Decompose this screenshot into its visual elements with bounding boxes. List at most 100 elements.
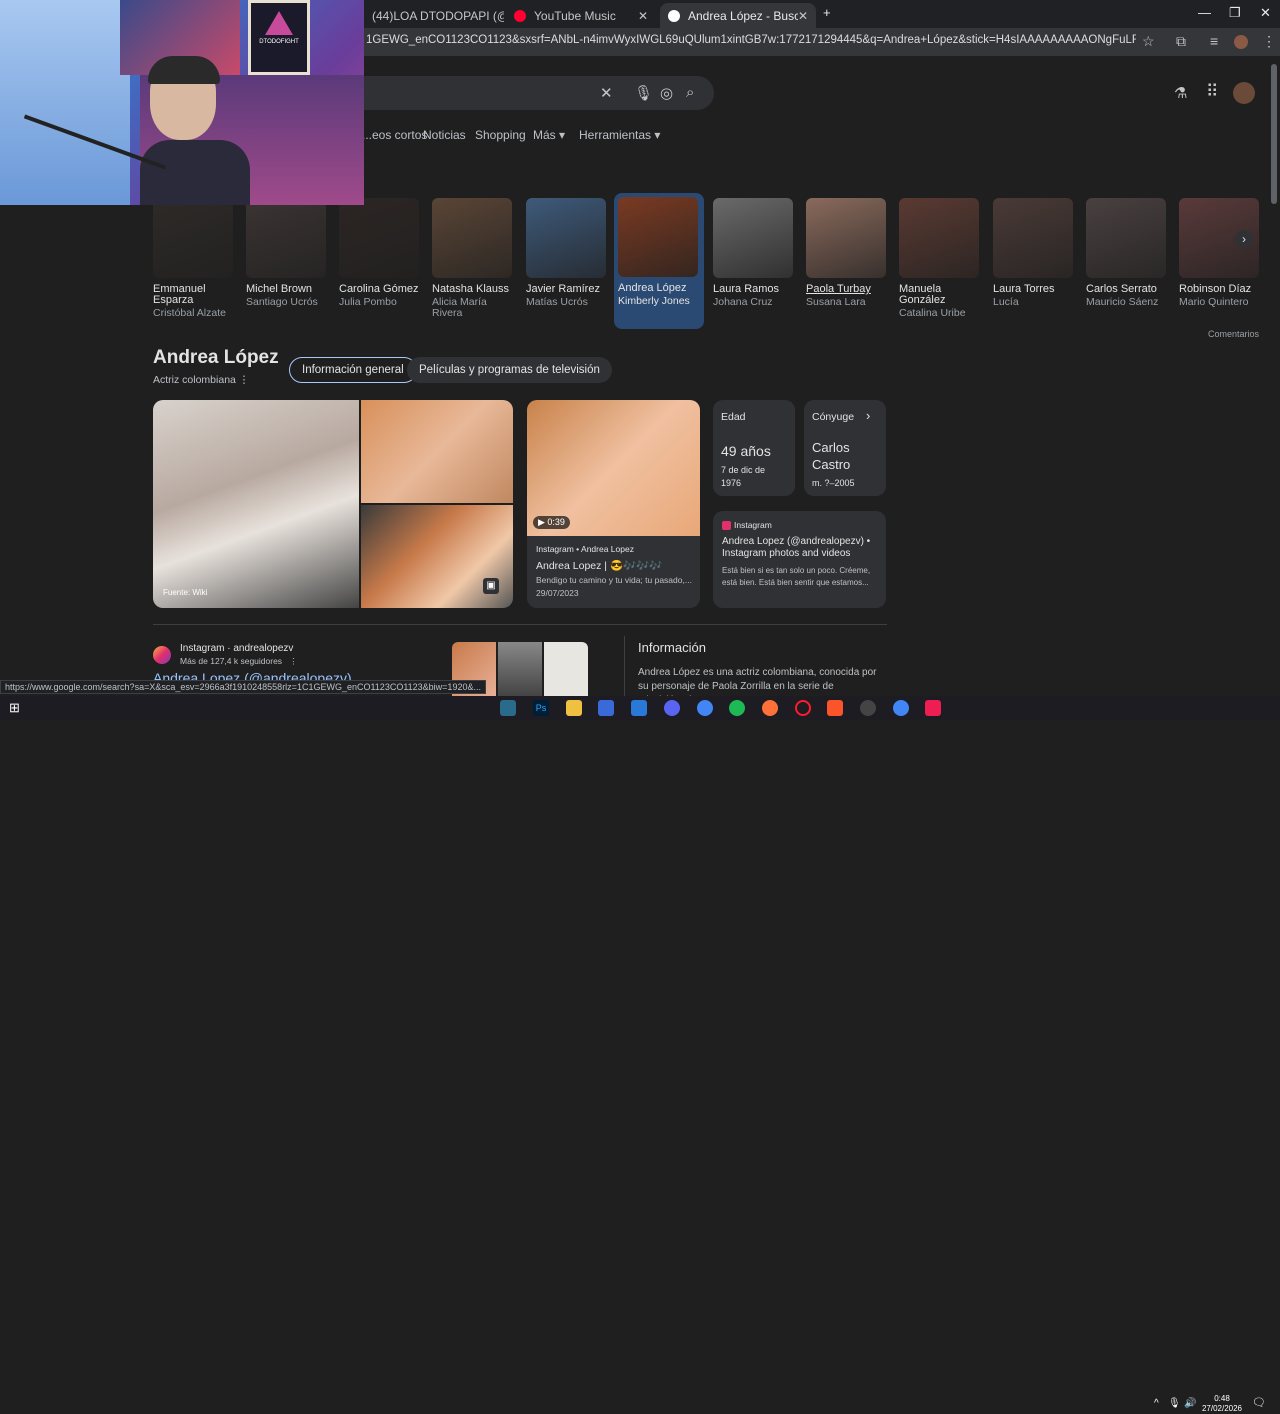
tab-google-search[interactable]: Andrea López - Buscar con Goo ✕ [660, 3, 816, 28]
cast-name[interactable]: Robinson Díaz [1179, 284, 1261, 295]
cast-photo[interactable] [993, 198, 1073, 278]
feedback-link[interactable]: Comentarios [1208, 329, 1259, 339]
cast-photo[interactable] [526, 198, 606, 278]
age-tile[interactable]: Edad 49 años 7 de dic de 1976 [713, 400, 795, 496]
spotify-icon[interactable] [729, 700, 745, 716]
more-options-icon[interactable]: ⋮ [289, 656, 298, 666]
cast-photo[interactable] [806, 198, 886, 278]
cast-card[interactable]: Emmanuel Esparza Cristóbal Alzate [153, 198, 235, 319]
apps-grid-icon[interactable]: ⠿ [1206, 82, 1218, 102]
microphone-tray-icon[interactable]: 🎙 [1168, 1398, 1181, 1409]
chip-peliculas-tv[interactable]: Películas y programas de televisión [407, 357, 612, 383]
video-title[interactable]: Andrea Lopez | 😎🎶🎶🎶 [536, 559, 662, 572]
cast-name[interactable]: Paola Turbay [806, 284, 888, 295]
cast-card[interactable]: Laura Torres Lucía [993, 198, 1075, 308]
cast-name[interactable]: Natasha Klauss [432, 284, 514, 295]
photo-2[interactable] [361, 400, 513, 503]
cast-card[interactable]: Robinson Díaz Mario Quintero [1179, 198, 1261, 308]
main-photo[interactable] [153, 400, 359, 608]
cast-photo[interactable] [899, 198, 979, 278]
account-avatar[interactable] [1233, 82, 1255, 104]
new-tab-icon[interactable]: + [823, 5, 831, 20]
reading-list-icon[interactable]: ≡ [1210, 33, 1218, 49]
chip-informacion-general[interactable]: Información general [289, 357, 417, 383]
cast-photo[interactable] [246, 198, 326, 278]
tab-shopping[interactable]: Shopping [475, 128, 526, 142]
cast-card[interactable]: Carolina Gómez Julia Pombo [339, 198, 421, 308]
bookmark-star-icon[interactable]: ☆ [1142, 33, 1155, 50]
file-explorer-icon[interactable] [566, 700, 582, 716]
opera-icon[interactable] [795, 700, 811, 716]
cast-card[interactable]: Carlos Serrato Mauricio Sáenz [1086, 198, 1168, 308]
video-card[interactable]: ▶ 0:39 Instagram • Andrea Lopez Andrea L… [527, 400, 700, 608]
instagram-title[interactable]: Andrea Lopez (@andrealopezv) • Instagram… [722, 536, 878, 560]
cast-card[interactable]: Laura Ramos Johana Cruz [713, 198, 795, 308]
labs-flask-icon[interactable]: ⚗ [1174, 84, 1187, 102]
taskbar-app-icon[interactable] [598, 700, 614, 716]
cast-name[interactable]: Michel Brown [246, 284, 328, 295]
mail-icon[interactable] [631, 700, 647, 716]
cast-name[interactable]: Carlos Serrato [1086, 284, 1168, 295]
cast-name[interactable]: Laura Ramos [713, 284, 795, 295]
cast-name[interactable]: Carolina Gómez [339, 284, 421, 295]
tab-dtodopapi[interactable]: (44)LOA DTODOPAPI (@dtodo ✕ [364, 3, 504, 28]
taskbar-app-icon[interactable] [500, 700, 516, 716]
cast-card[interactable]: Manuela González Catalina Uribe [899, 198, 981, 319]
result-thumbnail-2[interactable] [498, 642, 542, 696]
url-text[interactable]: 1GEWG_enCO1123CO1123&sxsrf=ANbL-n4imvWyx… [366, 34, 1136, 46]
taskbar-app-icon[interactable] [860, 700, 876, 716]
tab-mas[interactable]: Más ▾ [533, 128, 565, 142]
spouse-tile[interactable]: Cónyuge › Carlos Castro m. ?–2005 [804, 400, 886, 496]
close-tab-icon[interactable]: ✕ [798, 9, 808, 23]
firefox-icon[interactable] [762, 700, 778, 716]
tab-youtube-music[interactable]: YouTube Music ✕ [506, 3, 656, 28]
chrome-icon[interactable] [697, 700, 713, 716]
cast-photo[interactable] [713, 198, 793, 278]
windows-start-icon[interactable]: ⊞ [9, 700, 25, 716]
instagram-card[interactable]: Instagram Andrea Lopez (@andrealopezv) •… [713, 511, 886, 608]
tiktok-icon[interactable] [925, 700, 941, 716]
close-window-icon[interactable]: ✕ [1260, 5, 1271, 21]
cast-card[interactable]: Michel Brown Santiago Ucrós [246, 198, 328, 308]
brave-icon[interactable] [827, 700, 843, 716]
clock[interactable]: 0:48 27/02/2026 [1200, 1394, 1244, 1414]
image-collage[interactable]: Fuente: Wiki ▣ [153, 400, 513, 608]
cast-card[interactable]: Javier Ramírez Matías Ucrós [526, 198, 608, 308]
search-icon[interactable]: ⌕ [686, 84, 694, 101]
page-scrollbar[interactable] [1271, 64, 1277, 204]
clear-search-icon[interactable]: ✕ [600, 84, 613, 102]
volume-icon[interactable]: 🔊 [1184, 1398, 1196, 1409]
carousel-next-icon[interactable]: › [1235, 230, 1253, 248]
restore-icon[interactable]: ❐ [1229, 5, 1241, 21]
cast-name[interactable]: Emmanuel Esparza [153, 284, 235, 306]
discord-icon[interactable] [664, 700, 680, 716]
microphone-icon[interactable]: 🎙 [634, 84, 653, 102]
tab-noticias[interactable]: Noticias [423, 128, 466, 142]
more-options-icon[interactable]: ⋮ [239, 374, 250, 386]
cast-photo[interactable] [618, 197, 698, 277]
photoshop-icon[interactable]: Ps [533, 700, 549, 716]
cast-name[interactable]: Andrea López [618, 283, 700, 294]
cast-photo[interactable] [432, 198, 512, 278]
search-box[interactable]: ✕ 🎙 ◎ ⌕ [360, 76, 714, 110]
minimize-icon[interactable]: — [1198, 5, 1211, 20]
cast-photo[interactable] [153, 198, 233, 278]
cast-name[interactable]: Javier Ramírez [526, 284, 608, 295]
extensions-icon[interactable]: ⧉ [1176, 33, 1186, 50]
chrome-active-icon[interactable] [893, 700, 909, 716]
cast-card[interactable]: Paola Turbay Susana Lara [806, 198, 888, 308]
profile-avatar[interactable] [1234, 35, 1248, 49]
menu-kebab-icon[interactable]: ⋮ [1262, 33, 1276, 50]
cast-name[interactable]: Manuela González [899, 284, 981, 306]
tools-dropdown[interactable]: Herramientas ▾ [579, 128, 660, 142]
cast-name[interactable]: Laura Torres [993, 284, 1075, 295]
tray-chevron-icon[interactable]: ^ [1154, 1398, 1159, 1409]
gallery-icon[interactable]: ▣ [483, 578, 499, 594]
close-tab-icon[interactable]: ✕ [638, 9, 648, 23]
cast-card[interactable]: Andrea López Kimberly Jones [614, 193, 704, 329]
notifications-icon[interactable]: 🗨 [1252, 1396, 1266, 1409]
result-thumbnail-3[interactable] [544, 642, 588, 696]
lens-icon[interactable]: ◎ [660, 84, 673, 102]
cast-card[interactable]: Natasha Klauss Alicia María Rivera [432, 198, 514, 319]
cast-photo[interactable] [339, 198, 419, 278]
